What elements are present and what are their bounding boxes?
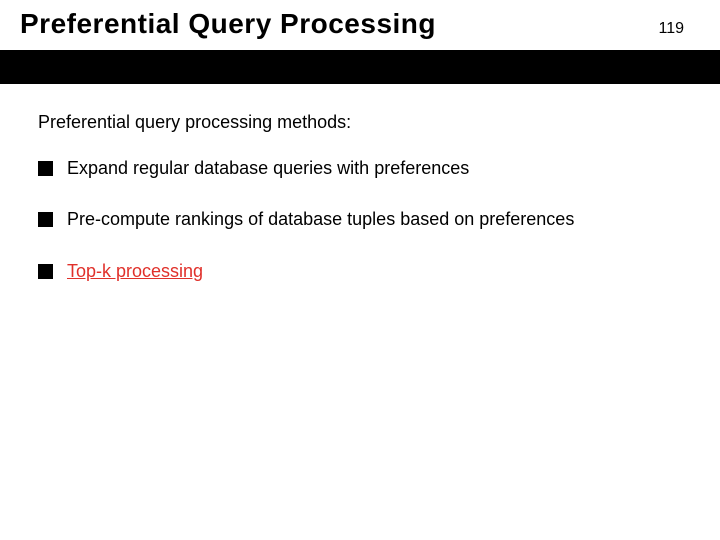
square-bullet-icon bbox=[38, 264, 53, 279]
square-bullet-icon bbox=[38, 161, 53, 176]
header-divider-bar bbox=[0, 50, 720, 84]
bullet-item: Top-k processing bbox=[38, 260, 682, 283]
slide-title: Preferential Query Processing bbox=[20, 8, 436, 40]
page-number: 119 bbox=[658, 20, 684, 38]
bullet-item: Pre-compute rankings of database tuples … bbox=[38, 208, 682, 231]
bullet-text: Expand regular database queries with pre… bbox=[67, 157, 469, 180]
square-bullet-icon bbox=[38, 212, 53, 227]
slide: Preferential Query Processing 119 Prefer… bbox=[0, 0, 720, 540]
title-row: Preferential Query Processing 119 bbox=[0, 8, 720, 40]
slide-body: Preferential query processing methods: E… bbox=[0, 84, 720, 283]
bullet-item: Expand regular database queries with pre… bbox=[38, 157, 682, 180]
lead-text: Preferential query processing methods: bbox=[38, 112, 682, 133]
topk-link[interactable]: Top-k processing bbox=[67, 260, 203, 283]
bullet-list: Expand regular database queries with pre… bbox=[38, 157, 682, 283]
bullet-text: Pre-compute rankings of database tuples … bbox=[67, 208, 574, 231]
slide-header: Preferential Query Processing 119 bbox=[0, 0, 720, 84]
